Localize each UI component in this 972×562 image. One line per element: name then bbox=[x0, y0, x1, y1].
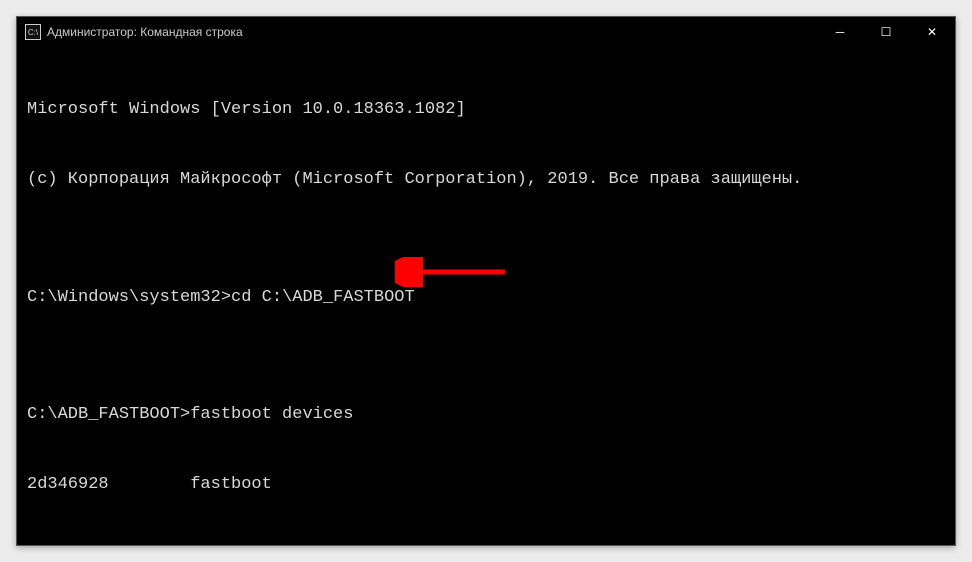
output-line: Microsoft Windows [Version 10.0.18363.10… bbox=[27, 98, 945, 121]
window-controls: ─ ☐ ✕ bbox=[817, 17, 955, 47]
prompt: C:\Windows\system32> bbox=[27, 288, 231, 307]
titlebar[interactable]: C:\ Администратор: Командная строка ─ ☐ … bbox=[17, 17, 955, 47]
window-title: Администратор: Командная строка bbox=[47, 25, 243, 39]
output-line: (c) Корпорация Майкрософт (Microsoft Cor… bbox=[27, 168, 945, 191]
minimize-button[interactable]: ─ bbox=[817, 17, 863, 47]
command-text: cd C:\ADB_FASTBOOT bbox=[231, 288, 415, 307]
annotation-arrow-icon bbox=[395, 257, 515, 287]
prompt-line: C:\Windows\system32>cd C:\ADB_FASTBOOT bbox=[27, 286, 945, 309]
maximize-button[interactable]: ☐ bbox=[863, 17, 909, 47]
prompt: C:\ADB_FASTBOOT> bbox=[27, 405, 190, 424]
command-text: fastboot devices bbox=[190, 405, 353, 424]
terminal-output[interactable]: Microsoft Windows [Version 10.0.18363.10… bbox=[17, 47, 955, 545]
prompt-line: C:\ADB_FASTBOOT>fastboot devices bbox=[27, 403, 945, 426]
close-button[interactable]: ✕ bbox=[909, 17, 955, 47]
cmd-icon: C:\ bbox=[25, 24, 41, 40]
output-line: 2d346928 fastboot bbox=[27, 473, 945, 496]
cmd-window: C:\ Администратор: Командная строка ─ ☐ … bbox=[16, 16, 956, 546]
